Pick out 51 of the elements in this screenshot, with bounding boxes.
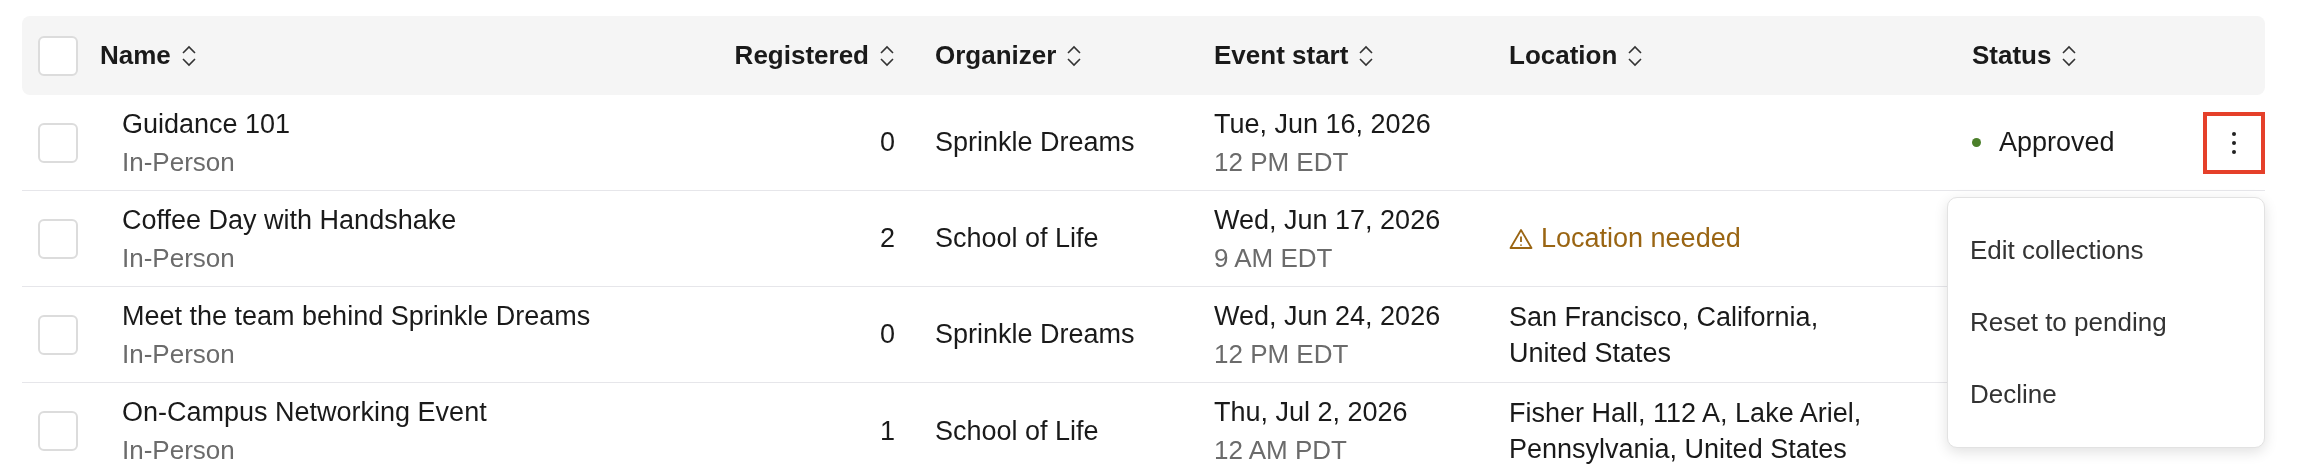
sort-icon[interactable]	[879, 44, 895, 67]
sort-icon[interactable]	[1358, 44, 1375, 67]
sort-icon[interactable]	[2061, 44, 2078, 67]
location-address: San Francisco, California, United States	[1509, 300, 1820, 370]
checkbox[interactable]	[38, 35, 78, 76]
menu-item[interactable]: Edit collections	[1948, 214, 2264, 287]
column-header[interactable]: Name	[100, 36, 197, 75]
checkbox[interactable]	[38, 218, 78, 259]
event-date: Tue, Jun 16, 2026	[1214, 107, 1432, 141]
event-format: In-Person	[122, 337, 236, 371]
event-time: 12 PM EDT	[1214, 337, 1350, 371]
sort-icon[interactable]	[1066, 44, 1083, 67]
event-name[interactable]: On-Campus Networking Event	[122, 393, 700, 431]
event-time: 12 AM PDT	[1214, 434, 1348, 467]
column-header[interactable]: Event start	[1214, 36, 1375, 75]
event-date: Wed, Jun 17, 2026	[1214, 203, 1442, 237]
checkbox[interactable]	[38, 122, 78, 163]
event-format: In-Person	[122, 434, 236, 467]
warning-icon	[1509, 227, 1533, 250]
status-label: Approved	[1999, 126, 2115, 160]
registered-count: 0	[879, 126, 895, 160]
event-time: 9 AM EDT	[1214, 241, 1334, 275]
registered-count: 0	[879, 318, 895, 352]
registered-count: 1	[879, 414, 895, 448]
event-name[interactable]: Meet the team behind Sprinkle Dreams	[122, 296, 700, 335]
event-date: Wed, Jun 24, 2026	[1214, 299, 1442, 333]
sort-icon[interactable]	[1627, 44, 1644, 67]
event-time: 12 PM EDT	[1214, 145, 1350, 179]
organizer-name: School of Life	[935, 223, 1099, 254]
checkbox[interactable]	[38, 314, 78, 355]
more-options-button[interactable]	[2203, 111, 2265, 174]
event-name[interactable]: Guidance 101	[122, 104, 700, 143]
organizer-name: Sprinkle Dreams	[935, 319, 1135, 350]
event-name[interactable]: Coffee Day with Handshake	[122, 200, 700, 239]
kebab-icon	[2231, 130, 2237, 155]
column-header[interactable]: Organizer	[935, 36, 1083, 75]
menu-item[interactable]: Reset to pending	[1948, 286, 2264, 359]
column-header[interactable]: Registered	[734, 36, 895, 75]
location-address: Fisher Hall, 112 A, Lake Ariel, Pennsylvania, United States	[1509, 397, 1863, 466]
column-header[interactable]: Location	[1509, 36, 1644, 75]
organizer-name: School of Life	[935, 415, 1099, 446]
event-format: In-Person	[122, 145, 236, 179]
column-header[interactable]: Status	[1972, 36, 2078, 75]
organizer-name: Sprinkle Dreams	[935, 127, 1135, 158]
sort-icon[interactable]	[180, 44, 197, 67]
menu-item[interactable]: Decline	[1948, 358, 2264, 431]
registered-count: 2	[879, 222, 895, 256]
location-warning: Location needed	[1541, 222, 1741, 256]
event-date: Thu, Jul 2, 2026	[1214, 396, 1409, 429]
event-format: In-Person	[122, 241, 236, 275]
checkbox[interactable]	[38, 411, 78, 451]
